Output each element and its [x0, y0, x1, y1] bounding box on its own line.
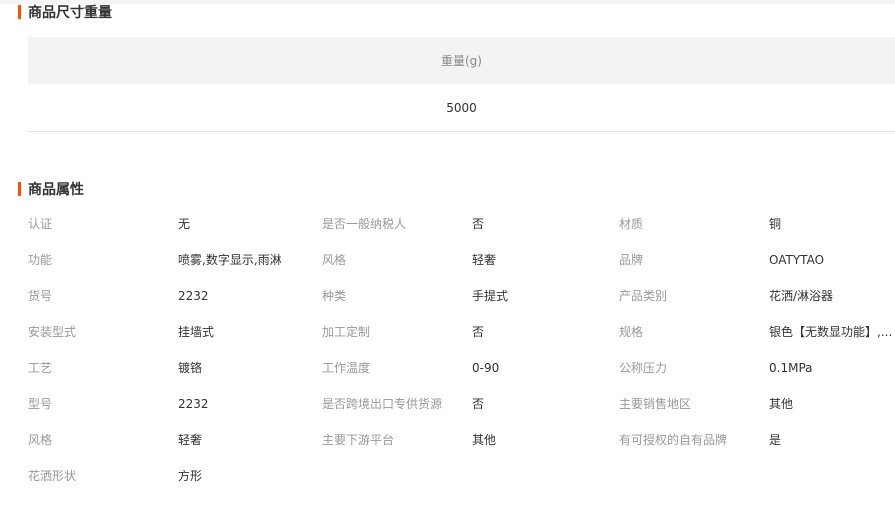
attribute-value: 手提式: [472, 289, 509, 303]
attribute-row: 货号 2232 种类 手提式 产品类别 花洒/淋浴器: [0, 278, 895, 314]
size-weight-section-title: 商品尺寸重量: [18, 2, 112, 22]
attribute-value: 轻奢: [472, 253, 497, 267]
attribute-value: 否: [472, 217, 485, 231]
weight-table-row: 5000: [28, 84, 895, 132]
attribute-label: 风格: [28, 433, 53, 447]
attribute-label: 主要销售地区: [619, 397, 692, 411]
attribute-value: 2232: [178, 289, 209, 303]
section-title-text: 商品尺寸重量: [28, 5, 112, 21]
attribute-row: 型号 2232 是否跨境出口专供货源 否 主要销售地区 其他: [0, 386, 895, 422]
attribute-label: 花洒形状: [28, 469, 77, 483]
attribute-row: 工艺 镀铬 工作温度 0-90 公称压力 0.1MPa: [0, 350, 895, 386]
attribute-value: 花洒/淋浴器: [769, 289, 834, 303]
attribute-value: 其他: [472, 433, 497, 447]
attribute-value: 0-90: [472, 361, 500, 375]
attribute-label: 风格: [322, 253, 347, 267]
attribute-label: 加工定制: [322, 325, 371, 339]
attribute-value: 2232: [178, 397, 209, 411]
attribute-value: 镀铬: [178, 361, 203, 375]
top-divider-strip: [0, 0, 895, 4]
attribute-row: 花洒形状 方形: [0, 458, 895, 494]
attributes-section-title: 商品属性: [18, 179, 84, 199]
attribute-value: 喷雾,数字显示,雨淋: [178, 253, 282, 267]
attribute-label: 是否一般纳税人: [322, 217, 407, 231]
attribute-label: 货号: [28, 289, 53, 303]
attribute-value: 轻奢: [178, 433, 203, 447]
attribute-value: 铜: [769, 217, 782, 231]
section-title-text: 商品属性: [28, 182, 84, 198]
attribute-label: 型号: [28, 397, 53, 411]
attribute-value: 方形: [178, 469, 203, 483]
attribute-label: 认证: [28, 217, 53, 231]
attribute-row: 认证 无 是否一般纳税人 否 材质 铜: [0, 206, 895, 242]
attribute-label: 规格: [619, 325, 644, 339]
attribute-label: 主要下游平台: [322, 433, 395, 447]
attribute-label: 工艺: [28, 361, 53, 375]
weight-table: 重量(g) 5000: [28, 37, 895, 132]
attribute-label: 产品类别: [619, 289, 668, 303]
attribute-label: 安装型式: [28, 325, 77, 339]
attribute-value: 0.1MPa: [769, 361, 813, 375]
attribute-label: 工作温度: [322, 361, 371, 375]
attribute-label: 种类: [322, 289, 347, 303]
attribute-label: 有可授权的自有品牌: [619, 433, 728, 447]
attribute-value: 是: [769, 433, 782, 447]
attribute-value: 其他: [769, 397, 794, 411]
attribute-value: 银色【无数显功能】,...: [769, 325, 893, 339]
attribute-value: 否: [472, 325, 485, 339]
attribute-label: 公称压力: [619, 361, 668, 375]
attribute-label: 是否跨境出口专供货源: [322, 397, 443, 411]
attribute-row: 安装型式 挂墙式 加工定制 否 规格 银色【无数显功能】,...: [0, 314, 895, 350]
attribute-label: 品牌: [619, 253, 644, 267]
attribute-row: 风格 轻奢 主要下游平台 其他 有可授权的自有品牌 是: [0, 422, 895, 458]
attribute-row: 功能 喷雾,数字显示,雨淋 风格 轻奢 品牌 OATYTAO: [0, 242, 895, 278]
attribute-value: OATYTAO: [769, 253, 825, 267]
attribute-value: 无: [178, 217, 191, 231]
attribute-label: 材质: [619, 217, 644, 231]
attribute-value: 挂墙式: [178, 325, 215, 339]
attribute-value: 否: [472, 397, 485, 411]
attribute-label: 功能: [28, 253, 53, 267]
section-accent-bar: [18, 182, 21, 196]
weight-table-header: 重量(g): [28, 37, 895, 84]
section-accent-bar: [18, 5, 21, 19]
